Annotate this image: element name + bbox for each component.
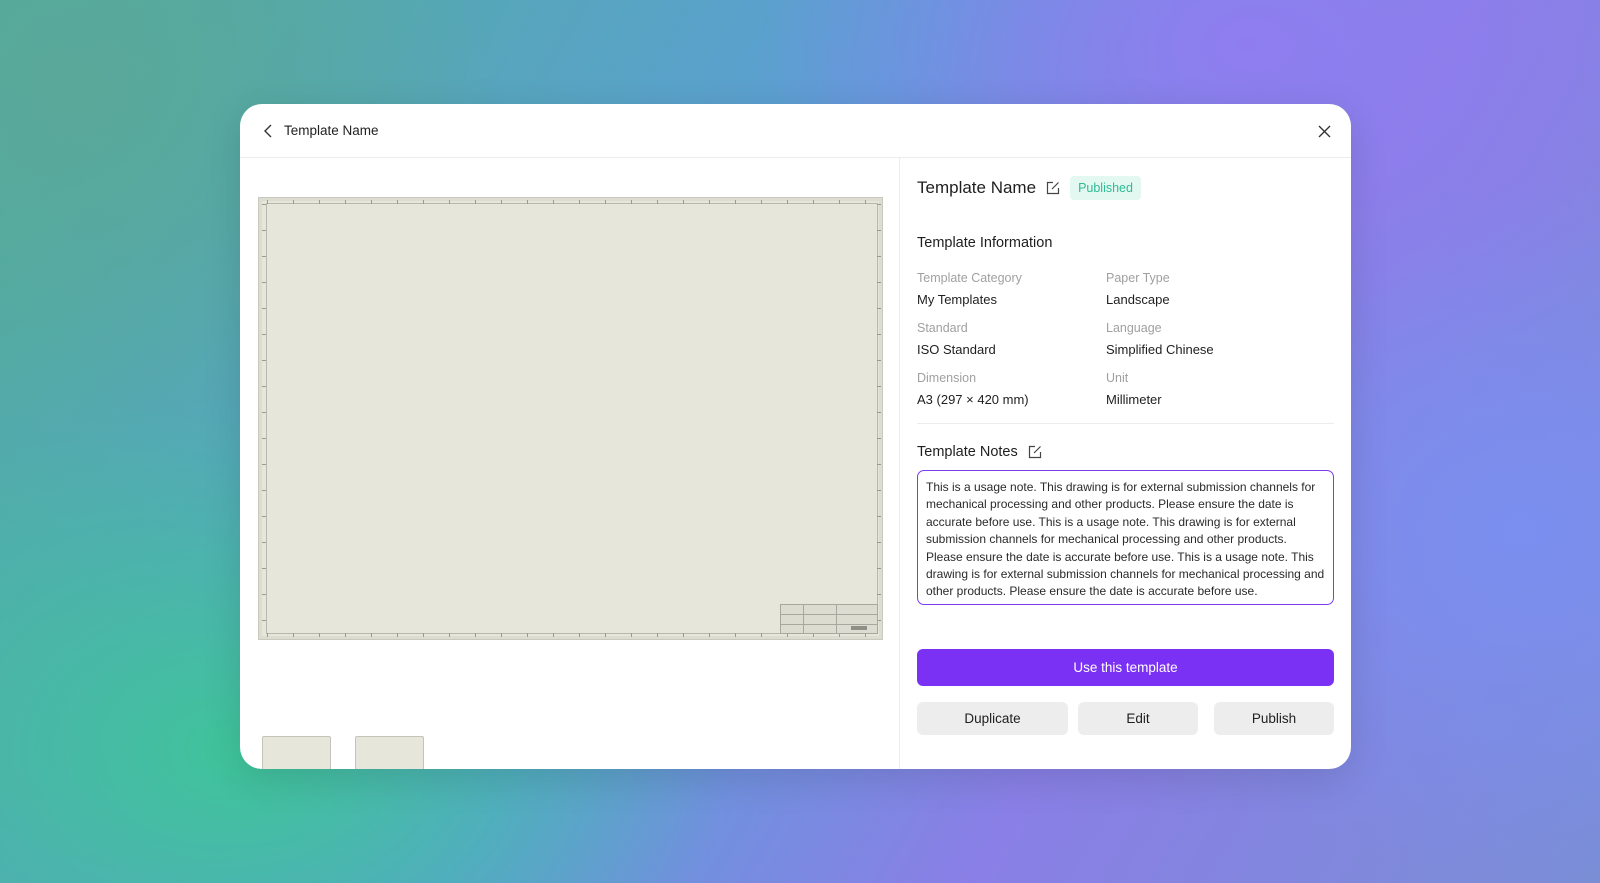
duplicate-button[interactable]: Duplicate [917, 702, 1068, 735]
field-value: Millimeter [1106, 392, 1162, 407]
drawing-border [262, 200, 881, 637]
info-field-unit: Unit Millimeter [1106, 371, 1334, 407]
use-template-button[interactable]: Use this template [917, 649, 1334, 686]
edit-notes-button[interactable] [1026, 443, 1044, 461]
edit-button[interactable]: Edit [1078, 702, 1198, 735]
edit-icon [1046, 181, 1060, 195]
drawing-title-block [780, 604, 878, 634]
notes-title: Template Notes [917, 444, 1018, 460]
info-grid: Template Category My Templates Paper Typ… [917, 271, 1334, 407]
notes-textarea[interactable]: This is a usage note. This drawing is fo… [917, 470, 1334, 605]
field-value: My Templates [917, 292, 997, 307]
close-button[interactable] [1313, 120, 1335, 142]
publish-button[interactable]: Publish [1214, 702, 1334, 735]
back-button[interactable] [258, 120, 280, 142]
field-value: Simplified Chinese [1106, 342, 1214, 357]
right-ruler-ticks [877, 204, 881, 633]
info-field-language: Language Simplified Chinese [1106, 321, 1334, 357]
left-ruler-ticks [262, 204, 266, 633]
template-name-row: Template Name Published [917, 174, 1334, 202]
edit-icon [1028, 445, 1041, 459]
chevron-left-icon [264, 124, 272, 137]
dialog-header: Template Name [240, 104, 1351, 158]
field-label: Standard [917, 321, 968, 335]
close-icon [1318, 125, 1330, 137]
info-section-title: Template Information [917, 235, 1053, 251]
drawing-preview [258, 197, 883, 640]
template-detail-dialog: Template Name Template Name Published Te… [240, 104, 1351, 769]
field-value: A3 (297 × 420 mm) [917, 392, 1029, 407]
page-thumbnail[interactable] [355, 736, 424, 769]
field-label: Language [1106, 321, 1162, 335]
header-title: Template Name [284, 123, 379, 138]
template-name: Template Name [917, 178, 1037, 197]
info-field-dimension: Dimension A3 (297 × 420 mm) [917, 371, 1106, 407]
preview-panel [240, 158, 900, 769]
status-badge: Published [1070, 176, 1141, 200]
details-panel: Template Name Published Template Informa… [900, 158, 1351, 769]
section-divider [917, 423, 1334, 424]
edit-name-button[interactable] [1044, 179, 1062, 197]
title-block-mark [851, 626, 867, 630]
dialog-body: Template Name Published Template Informa… [240, 158, 1351, 769]
page-thumbnail[interactable] [262, 736, 331, 769]
field-label: Paper Type [1106, 271, 1170, 285]
info-field-standard: Standard ISO Standard [917, 321, 1106, 357]
field-value: ISO Standard [917, 342, 996, 357]
field-label: Template Category [917, 271, 1022, 285]
field-label: Dimension [917, 371, 977, 385]
field-label: Unit [1106, 371, 1129, 385]
info-field-paper-type: Paper Type Landscape [1106, 271, 1334, 307]
field-value: Landscape [1106, 292, 1170, 307]
notes-header: Template Notes [917, 443, 1334, 461]
top-ruler-ticks [267, 200, 877, 204]
info-field-category: Template Category My Templates [917, 271, 1106, 307]
